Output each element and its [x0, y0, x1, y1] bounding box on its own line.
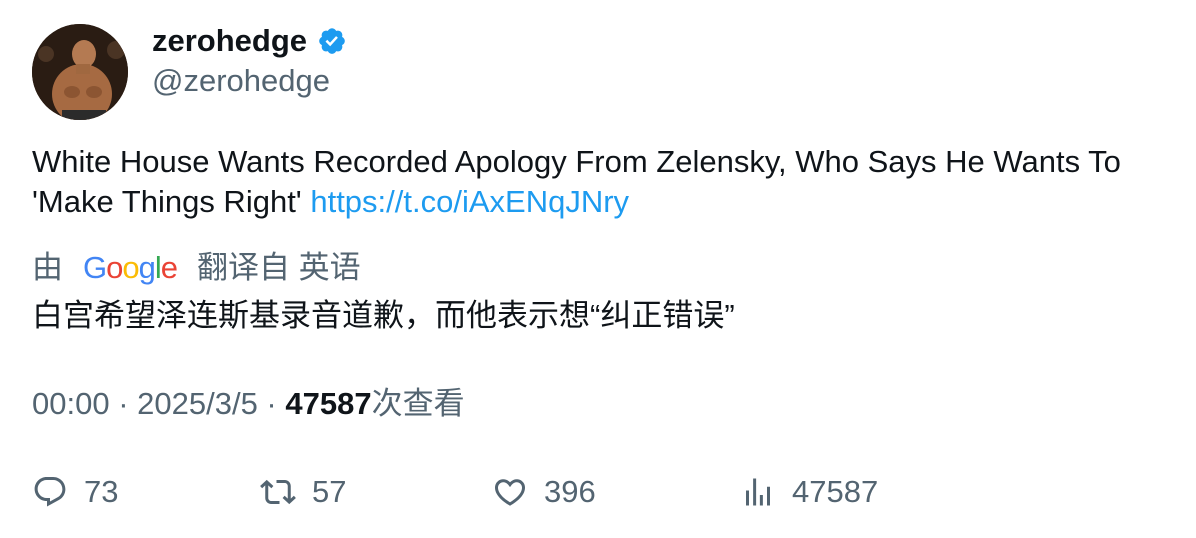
- avatar-image: [32, 24, 128, 120]
- tweet-text: White House Wants Recorded Apology From …: [32, 142, 1172, 222]
- google-logo-icon[interactable]: Google: [83, 248, 178, 288]
- translated-by-prefix: 由: [32, 250, 63, 285]
- reply-button[interactable]: 73: [32, 472, 118, 512]
- retweet-button[interactable]: 57: [260, 472, 346, 512]
- heart-icon: [494, 479, 526, 506]
- author-handle[interactable]: @zerohedge: [152, 62, 330, 100]
- views-label: 次查看: [371, 386, 465, 421]
- like-count: 396: [544, 474, 596, 509]
- avatar[interactable]: [32, 24, 128, 120]
- tweet-date[interactable]: 2025/3/5: [137, 386, 258, 421]
- retweet-icon: [260, 479, 296, 505]
- translated-by: 由 Google 翻译自 英语: [32, 248, 361, 288]
- reply-count: 73: [84, 474, 119, 509]
- tweet-time[interactable]: 00:00: [32, 386, 110, 421]
- translated-text: 白宫希望泽连斯基录音道歉，而他表示想“纠正错误”: [32, 298, 735, 333]
- tweet-link[interactable]: https://t.co/iAxENqJNry: [310, 184, 629, 219]
- action-bar: 73 57 396 47587: [0, 472, 1196, 512]
- retweet-count: 57: [312, 474, 347, 509]
- meta-separator: ·: [109, 386, 138, 421]
- reply-icon: [34, 477, 66, 507]
- translated-by-suffix: 翻译自 英语: [197, 250, 361, 285]
- views-button[interactable]: 47587: [740, 472, 878, 512]
- like-button[interactable]: 396: [492, 472, 596, 512]
- author-name[interactable]: zerohedge: [152, 22, 347, 60]
- views-action-count: 47587: [792, 474, 879, 509]
- analytics-bars-icon: [746, 478, 770, 506]
- display-name[interactable]: zerohedge: [152, 22, 307, 60]
- verified-badge-icon: [317, 26, 347, 56]
- views-count: 47587: [285, 386, 372, 421]
- tweet-meta: 00:00 · 2025/3/5 · 47587次查看: [32, 384, 465, 424]
- meta-separator: ·: [257, 386, 286, 421]
